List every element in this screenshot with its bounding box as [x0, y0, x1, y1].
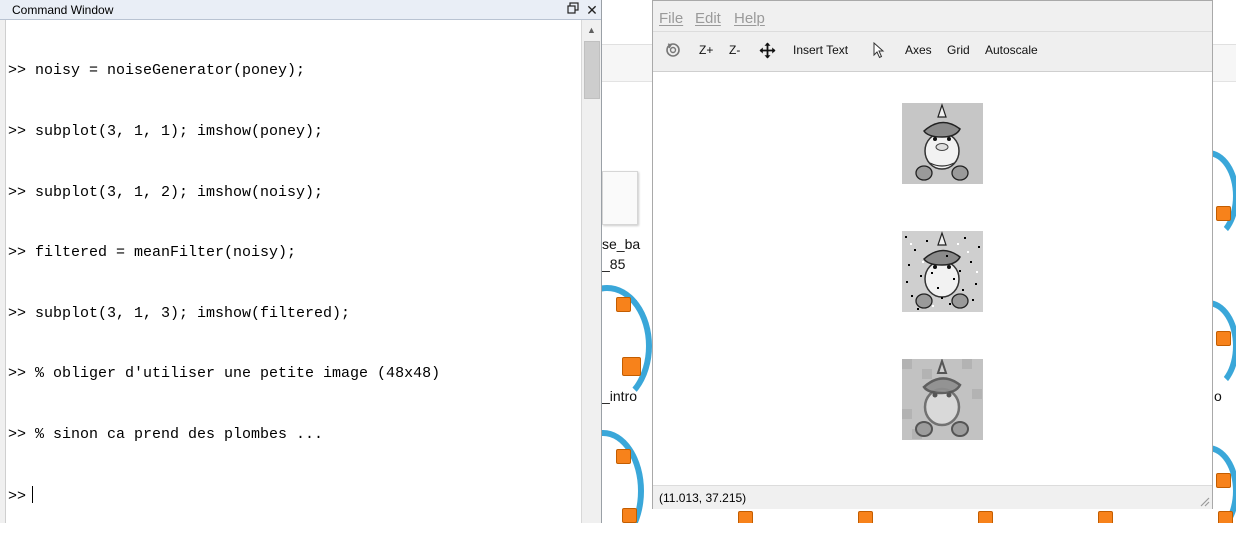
file-label-2[interactable]: _85: [602, 256, 625, 272]
figure-statusbar: (11.013, 37.215): [653, 485, 1212, 509]
command-line: >> subplot(3, 1, 1); imshow(poney);: [8, 123, 324, 140]
command-prompt: >>: [8, 487, 27, 505]
graph-node: [858, 511, 873, 523]
graph-node: [1218, 511, 1233, 523]
zoom-in-button[interactable]: Z+: [699, 43, 713, 57]
figure-toolbar: Z+ Z- Insert Text Axes Grid Autoscale: [653, 32, 1212, 72]
close-icon[interactable]: ✕: [584, 2, 600, 18]
autoscale-button[interactable]: Autoscale: [985, 43, 1038, 57]
graph-node: [1098, 511, 1113, 523]
command-window-title: Command Window: [12, 3, 114, 17]
subplot-filtered-image[interactable]: [902, 359, 983, 440]
figure-menubar: File Edit Help: [653, 1, 1212, 32]
menu-file[interactable]: File: [659, 10, 683, 27]
figure-canvas[interactable]: [653, 72, 1212, 485]
file-thumbnail[interactable]: [602, 171, 638, 225]
grid-button[interactable]: Grid: [947, 43, 970, 57]
cursor-coordinates: (11.013, 37.215): [659, 491, 747, 505]
command-line: >> % sinon ca prend des plombes ...: [8, 425, 324, 443]
resize-grip-icon[interactable]: [1198, 495, 1210, 507]
insert-text-button[interactable]: Insert Text: [793, 43, 848, 57]
command-window-gutter: [0, 20, 6, 523]
rotate-icon[interactable]: [665, 42, 681, 63]
command-window: Command Window ✕ >> noisy = noiseGenerat…: [0, 0, 602, 523]
graph-node: [616, 297, 631, 312]
graph-node: [978, 511, 993, 523]
menu-help[interactable]: Help: [734, 10, 765, 27]
zoom-out-button[interactable]: Z-: [729, 43, 740, 57]
graph-node: [1216, 331, 1231, 346]
command-line: >> filtered = meanFilter(noisy);: [8, 244, 297, 262]
menu-edit[interactable]: Edit: [695, 10, 721, 27]
subplot-noisy-image[interactable]: [902, 231, 983, 312]
graph-node: [1216, 206, 1231, 221]
command-window-titlebar: Command Window ✕: [0, 0, 601, 20]
graph-node: [1216, 473, 1231, 488]
scrollbar-thumb[interactable]: [584, 41, 600, 99]
command-prompt-line[interactable]: >>: [8, 485, 580, 506]
command-output[interactable]: >> noisy = noiseGenerator(poney); >> sub…: [8, 21, 580, 546]
text-caret: [32, 485, 34, 503]
select-pointer-icon[interactable]: [873, 41, 885, 64]
undock-icon[interactable]: [565, 2, 581, 18]
command-line: >> % obliger d'utiliser une petite image…: [8, 365, 441, 383]
graph-node: [622, 508, 637, 523]
graph-node: [622, 357, 641, 376]
command-line: >> noisy = noiseGenerator(poney);: [8, 62, 306, 80]
axes-button[interactable]: Axes: [905, 43, 932, 57]
command-line: >> subplot(3, 1, 2); imshow(noisy);: [8, 183, 324, 201]
graph-node: [738, 511, 753, 523]
graph-node: [616, 449, 631, 464]
file-label-1[interactable]: se_ba: [602, 236, 640, 252]
subplot-original-image[interactable]: [902, 103, 983, 184]
command-line: >> subplot(3, 1, 3); imshow(filtered);: [8, 304, 351, 322]
vertical-scrollbar[interactable]: ▲: [581, 20, 601, 523]
pan-move-icon[interactable]: [759, 42, 776, 64]
figure-window: File Edit Help Z+ Z- Insert Text Axes Gr…: [652, 0, 1213, 509]
graph-arc-row: [672, 508, 1233, 523]
scroll-up-arrow-icon[interactable]: ▲: [582, 20, 601, 40]
